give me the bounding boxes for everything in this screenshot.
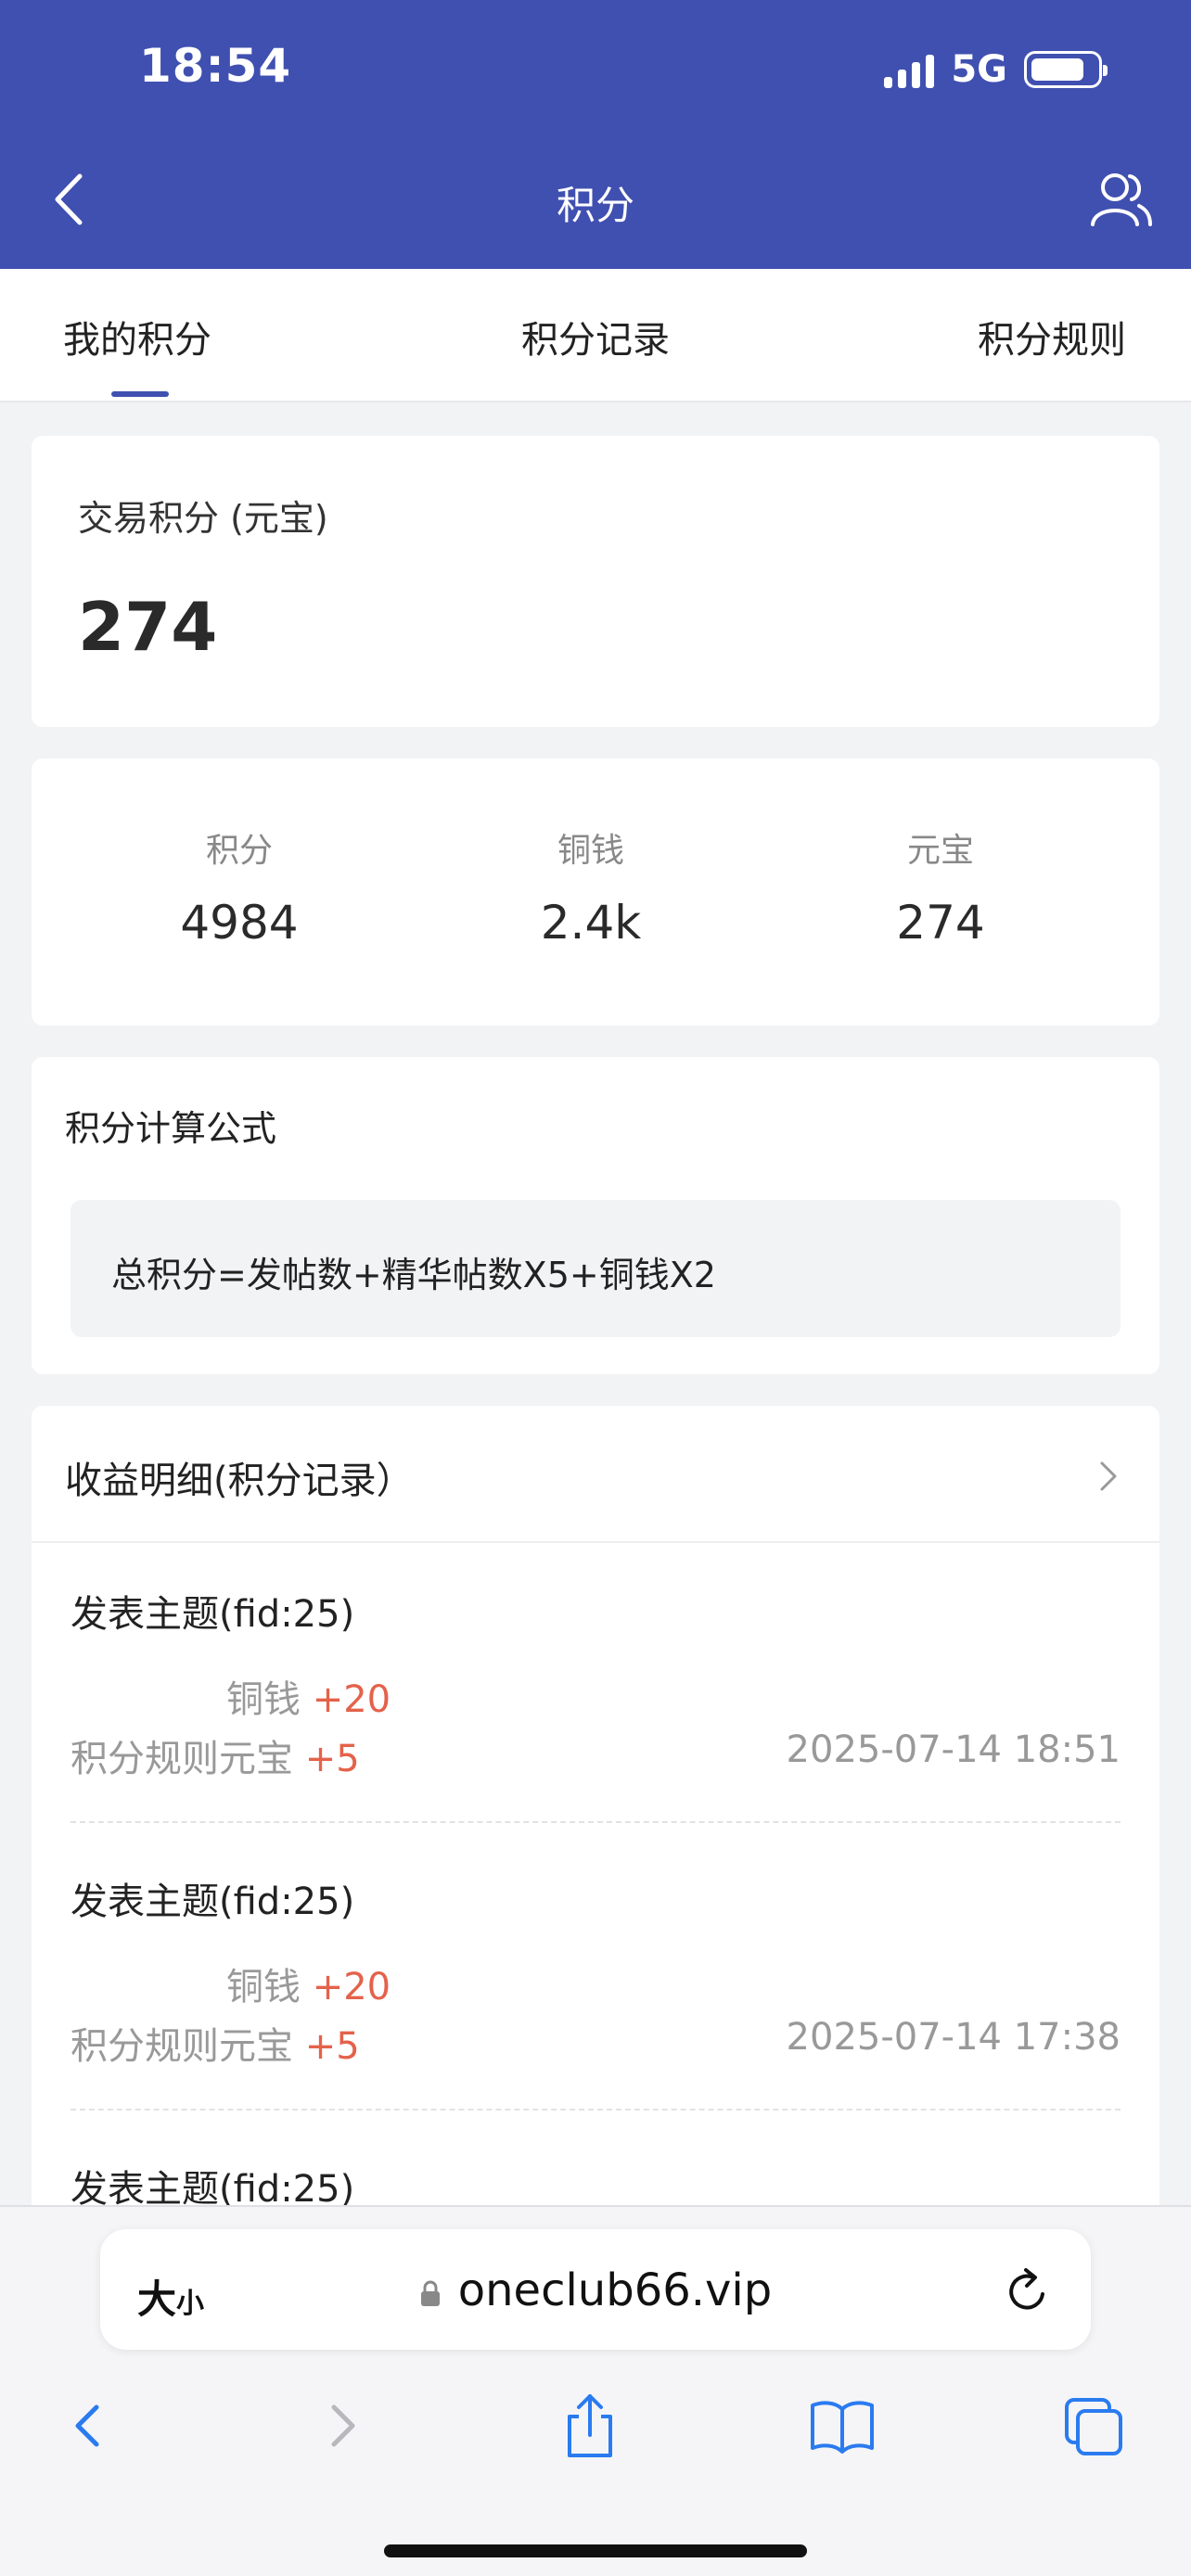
divider [70,2109,1121,2111]
status-time: 18:54 [139,39,292,93]
signal-icon [884,51,935,88]
tab-bar: 我的积分 积分记录 积分规则 [0,269,1191,402]
records-header[interactable]: 收益明细(积分记录） [32,1406,1159,1543]
tabs-icon[interactable] [1057,2389,1128,2463]
trade-points-label: 交易积分 (元宝) [78,498,328,539]
active-tab-indicator [111,391,169,397]
home-indicator [384,2544,807,2557]
stats-card: 积分 4984 铜钱 2.4k 元宝 274 [32,759,1159,1026]
record-line1: 铜钱 +20 [226,1678,391,1721]
lock-icon [420,2280,440,2306]
record-title: 发表主题(fid:25) [70,1881,355,1923]
url-field[interactable]: oneclub66.vip [100,2264,1091,2316]
trade-points-card: 交易积分 (元宝) 274 [32,436,1159,727]
stat-ingots: 元宝 274 [801,823,1080,950]
trade-points-value: 274 [78,588,218,666]
tab-points-rules[interactable]: 积分规则 [978,310,1126,363]
stat-label: 积分 [205,832,273,870]
stat-points: 积分 4984 [100,823,378,950]
record-title: 发表主题(fid:25) [70,1593,355,1636]
status-indicators: 5G [884,48,1108,91]
record-line2: 积分规则元宝 +5 [70,2025,360,2068]
page-title: 积分 [556,183,634,228]
stat-value: 2.4k [540,896,642,950]
bookmarks-icon[interactable] [807,2389,877,2463]
divider [70,1821,1121,1823]
battery-icon [1024,51,1108,88]
reload-icon[interactable] [1002,2263,1054,2318]
formula-title: 积分计算公式 [65,1108,277,1149]
forward-icon[interactable] [306,2389,377,2463]
chevron-right-icon [1100,1461,1117,1491]
record-line2: 积分规则元宝 +5 [70,1738,360,1780]
record-time: 2025-07-14 18:51 [786,1728,1121,1771]
browser-toolbar: 大小 oneclub66.vip [0,2205,1191,2576]
url-text: oneclub66.vip [457,2264,773,2316]
back-icon[interactable] [54,2389,124,2463]
users-icon[interactable] [1087,169,1154,230]
stat-label: 铜钱 [557,832,624,870]
stat-value: 274 [896,896,985,950]
formula-card: 积分计算公式 总积分=发帖数+精华帖数X5+铜钱X2 [32,1057,1159,1374]
app-header: 18:54 5G 积分 [0,0,1191,269]
address-bar[interactable]: 大小 oneclub66.vip [100,2229,1091,2350]
records-title: 收益明细(积分记录） [65,1460,414,1502]
record-line1: 铜钱 +20 [226,1966,391,2009]
record-time: 2025-07-14 17:38 [786,2016,1121,2059]
share-icon[interactable] [555,2389,625,2463]
formula-box: 总积分=发帖数+精华帖数X5+铜钱X2 [70,1200,1121,1337]
stat-value: 4984 [180,896,299,950]
stat-label: 元宝 [906,832,974,870]
network-type: 5G [951,48,1007,91]
stat-coins: 铜钱 2.4k [452,823,730,950]
records-card: 收益明细(积分记录） 发表主题(fid:25) 铜钱 +20 积分规则元宝 +5… [32,1406,1159,2240]
formula-text: 总积分=发帖数+精华帖数X5+铜钱X2 [111,1255,716,1295]
